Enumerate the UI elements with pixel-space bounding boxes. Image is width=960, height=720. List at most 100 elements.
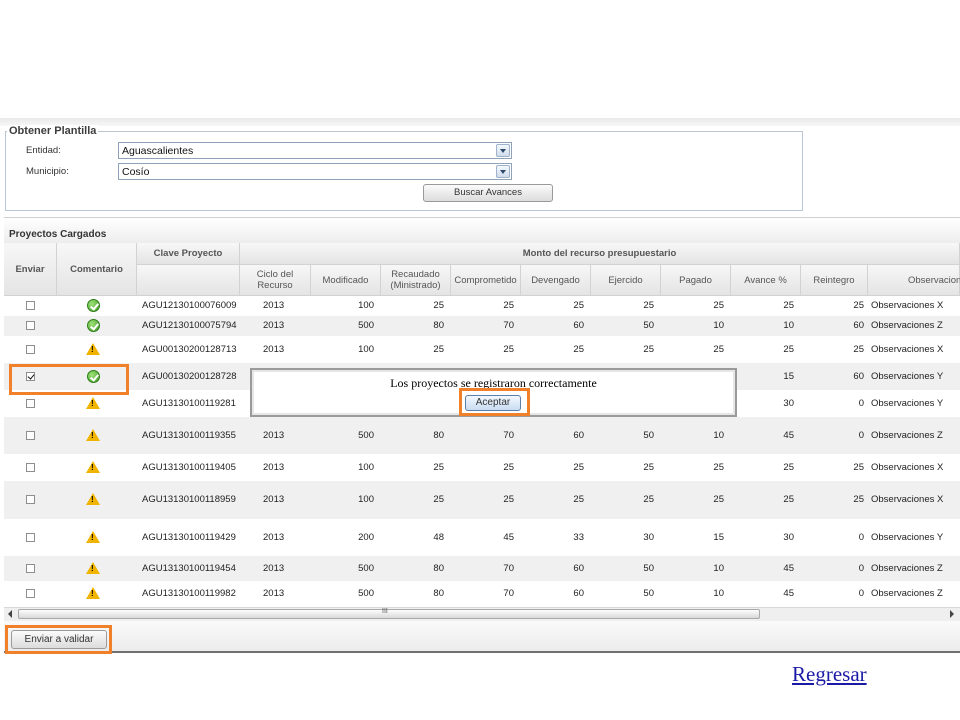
- enviar-checkbox[interactable]: [26, 533, 35, 542]
- modificado-cell: 500: [358, 563, 374, 574]
- warning-icon[interactable]: [86, 493, 100, 505]
- comprometido-cell: 45: [503, 532, 514, 543]
- devengado-cell: 25: [573, 462, 584, 473]
- observaciones-cell: Observaciones Z: [871, 320, 943, 331]
- col-header-ejercido[interactable]: Ejercido: [591, 265, 661, 296]
- warning-icon[interactable]: [86, 397, 100, 409]
- recaudado-cell: 80: [433, 320, 444, 331]
- recaudado-cell: 80: [433, 563, 444, 574]
- enviar-checkbox[interactable]: [26, 321, 35, 330]
- avance-cell: 25: [783, 462, 794, 473]
- recaudado-cell: 80: [433, 430, 444, 441]
- warning-icon[interactable]: [86, 461, 100, 473]
- entidad-select[interactable]: Aguascalientes: [118, 142, 512, 159]
- chevron-down-icon[interactable]: [496, 144, 510, 157]
- reintegro-cell: 25: [853, 300, 864, 311]
- clave-proyecto-cell: AGU12130100075794: [142, 320, 237, 331]
- obtener-plantilla-legend: Obtener Plantilla: [7, 125, 99, 137]
- devengado-cell: 60: [573, 430, 584, 441]
- enviar-checkbox[interactable]: [26, 495, 35, 504]
- devengado-cell: 25: [573, 344, 584, 355]
- observaciones-cell: Observaciones X: [871, 344, 944, 355]
- enviar-checkbox[interactable]: [26, 463, 35, 472]
- scrollbar-thumb[interactable]: [18, 609, 760, 619]
- modificado-cell: 500: [358, 588, 374, 599]
- table-row: AGU13130100119454 2013 500 80 70 60 50 10 45 0 Obs…: [4, 556, 960, 581]
- col-header-ciclo[interactable]: Ciclo del Recurso: [240, 265, 311, 296]
- regresar-link[interactable]: Regresar: [792, 662, 867, 687]
- chevron-down-icon[interactable]: [496, 165, 510, 178]
- col-header-pagado[interactable]: Pagado: [661, 265, 731, 296]
- reintegro-cell: 25: [853, 344, 864, 355]
- reintegro-cell: 0: [858, 563, 864, 574]
- warning-icon[interactable]: [86, 562, 100, 574]
- observaciones-cell: Observaciones X: [871, 300, 944, 311]
- scroll-left-icon[interactable]: [8, 610, 12, 618]
- enviar-checkbox[interactable]: [26, 589, 35, 598]
- table-row: AGU13130100118959 2013 100 25 25 25 25 25 25 25 Ob…: [4, 481, 960, 519]
- warning-icon[interactable]: [86, 587, 100, 599]
- avance-cell: 30: [783, 398, 794, 409]
- col-header-reintegro[interactable]: Reintegro: [801, 265, 868, 296]
- col-header-clave[interactable]: Clave Proyecto: [137, 243, 240, 265]
- warning-icon[interactable]: [86, 343, 100, 355]
- avance-cell: 45: [783, 588, 794, 599]
- comprometido-cell: 25: [503, 300, 514, 311]
- ejercido-cell: 50: [643, 430, 654, 441]
- reintegro-cell: 60: [853, 320, 864, 331]
- col-header-recaudado[interactable]: Recaudado (Ministrado): [381, 265, 451, 296]
- highlight-enviar-a-validar: [5, 625, 112, 654]
- recaudado-cell: 25: [433, 494, 444, 505]
- horizontal-scrollbar[interactable]: III: [4, 607, 960, 621]
- col-header-enviar[interactable]: Enviar: [4, 243, 57, 296]
- proyectos-grid: Enviar Comentario Clave Proyecto Monto d…: [4, 243, 960, 607]
- col-header-comentario[interactable]: Comentario: [57, 243, 137, 296]
- modificado-cell: 200: [358, 532, 374, 543]
- warning-icon[interactable]: [86, 531, 100, 543]
- recaudado-cell: 48: [433, 532, 444, 543]
- recaudado-cell: 25: [433, 344, 444, 355]
- ciclo-cell: 2013: [263, 563, 285, 574]
- enviar-checkbox[interactable]: [26, 345, 35, 354]
- ejercido-cell: 50: [643, 588, 654, 599]
- devengado-cell: 33: [573, 532, 584, 543]
- table-row: AGU13130100119982 2013 500 80 70 60 50 10 45 0 Obs…: [4, 581, 960, 607]
- warning-icon[interactable]: [86, 429, 100, 441]
- modificado-cell: 100: [358, 494, 374, 505]
- enviar-checkbox[interactable]: [26, 431, 35, 440]
- enviar-checkbox[interactable]: [26, 399, 35, 408]
- recaudado-cell: 25: [433, 462, 444, 473]
- scroll-right-icon[interactable]: [950, 610, 954, 618]
- recaudado-cell: 80: [433, 588, 444, 599]
- clave-proyecto-cell: AGU13130100119405: [142, 462, 236, 473]
- table-row: AGU13130100119429 2013 200 48 45 33 30 15 30 0 Obs…: [4, 519, 960, 556]
- ciclo-cell: 2013: [263, 300, 285, 311]
- ciclo-cell: 2013: [263, 430, 285, 441]
- observaciones-cell: Observaciones Z: [871, 588, 943, 599]
- pagado-cell: 25: [713, 344, 724, 355]
- col-header-observaciones[interactable]: Observacion: [868, 265, 960, 296]
- table-row: AGU12130100075794 2013 500 80 70 60 50 10 10 60 Ob…: [4, 316, 960, 336]
- recaudado-cell: 25: [433, 300, 444, 311]
- pagado-cell: 25: [713, 300, 724, 311]
- devengado-cell: 60: [573, 320, 584, 331]
- pagado-cell: 10: [713, 320, 724, 331]
- municipio-select[interactable]: Cosío: [118, 163, 512, 180]
- ejercido-cell: 25: [643, 300, 654, 311]
- enviar-checkbox[interactable]: [26, 301, 35, 310]
- col-header-devengado[interactable]: Devengado: [521, 265, 591, 296]
- check-circle-icon[interactable]: [87, 319, 100, 332]
- reintegro-cell: 25: [853, 494, 864, 505]
- clave-proyecto-cell: AGU13130100119355: [142, 430, 236, 441]
- buscar-avances-button[interactable]: Buscar Avances: [423, 184, 553, 202]
- observaciones-cell: Observaciones X: [871, 494, 944, 505]
- col-header-comprometido[interactable]: Comprometido: [451, 265, 521, 296]
- check-circle-icon[interactable]: [87, 299, 100, 312]
- reintegro-cell: 0: [858, 398, 864, 409]
- col-header-modificado[interactable]: Modificado: [311, 265, 381, 296]
- avance-cell: 25: [783, 494, 794, 505]
- reintegro-cell: 60: [853, 371, 864, 382]
- devengado-cell: 25: [573, 300, 584, 311]
- enviar-checkbox[interactable]: [26, 564, 35, 573]
- col-header-avance[interactable]: Avance %: [731, 265, 801, 296]
